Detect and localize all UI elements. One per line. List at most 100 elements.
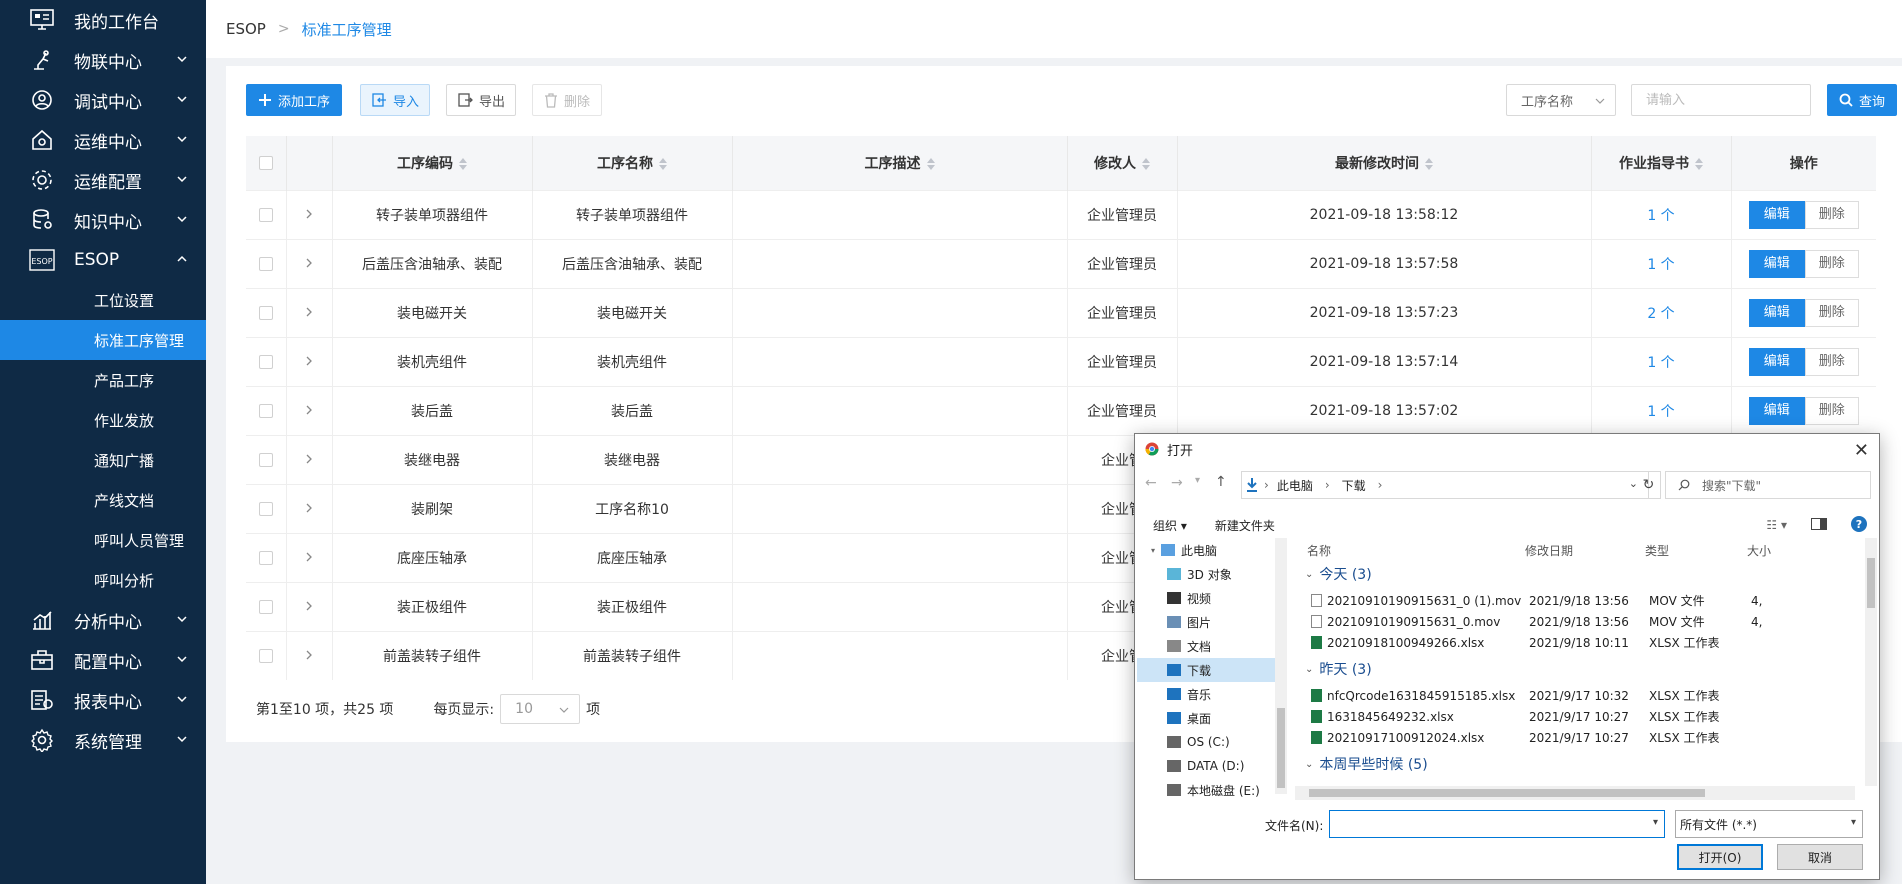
submenu-item[interactable]: 工位设置 xyxy=(0,280,206,320)
group-collapse-icon[interactable]: ⌄ xyxy=(1305,569,1313,580)
chevron-right-icon[interactable] xyxy=(305,503,313,513)
chevron-right-icon[interactable] xyxy=(305,601,313,611)
row-delete-button[interactable]: 删除 xyxy=(1804,200,1859,229)
col-type-header[interactable]: 类型 xyxy=(1645,538,1669,562)
col-header-time[interactable]: 最新修改时间 xyxy=(1177,136,1592,190)
sidebar-item-6[interactable]: ESOP ESOP xyxy=(0,240,206,280)
col-header-docs[interactable]: 作业指导书 xyxy=(1591,136,1732,190)
filter-field-select[interactable]: 工序名称 xyxy=(1506,84,1616,116)
open-button[interactable]: 打开(O) xyxy=(1677,844,1763,870)
submenu-item[interactable]: 通知广播 xyxy=(0,440,206,480)
file-row[interactable]: 20210918100949266.xlsx 2021/9/18 10:11 X… xyxy=(1311,632,1861,653)
file-row[interactable]: 20210910190915631_0.mov 2021/9/18 13:56 … xyxy=(1311,611,1861,632)
add-process-button[interactable]: 添加工序 xyxy=(246,84,342,116)
help-icon[interactable]: ? xyxy=(1851,516,1867,532)
tree-item[interactable]: ▾ 此电脑 xyxy=(1137,538,1277,562)
close-icon[interactable]: ✕ xyxy=(1854,440,1869,461)
sidebar-item-3[interactable]: 运维中心 xyxy=(0,120,206,160)
chevron-right-icon[interactable] xyxy=(305,454,313,464)
file-row[interactable]: nfcQrcode1631845915185.xlsx 2021/9/17 10… xyxy=(1311,685,1861,706)
preview-pane-icon[interactable] xyxy=(1811,518,1827,533)
tree-item[interactable]: 文档 xyxy=(1137,634,1277,658)
edit-button[interactable]: 编辑 xyxy=(1748,396,1805,425)
address-bar[interactable]: › 此电脑 › 下载 › ⌄ xyxy=(1241,471,1649,499)
breadcrumb-root[interactable]: ESOP xyxy=(226,20,266,38)
filename-input[interactable]: ▾ xyxy=(1329,810,1665,838)
file-group-header[interactable]: ⌄ 昨天 (3) xyxy=(1305,659,1372,679)
col-header-code[interactable]: 工序编码 xyxy=(332,136,533,190)
chevron-right-icon[interactable] xyxy=(305,356,313,366)
edit-button[interactable]: 编辑 xyxy=(1748,347,1805,376)
tree-item[interactable]: 3D 对象 xyxy=(1137,562,1277,586)
submenu-item[interactable]: 产品工序 xyxy=(0,360,206,400)
chevron-right-icon[interactable] xyxy=(305,258,313,268)
group-collapse-icon[interactable]: ⌄ xyxy=(1305,759,1313,770)
col-name-header[interactable]: 名称 xyxy=(1307,538,1331,562)
file-list-scrollbar[interactable] xyxy=(1865,538,1877,786)
docs-link[interactable]: 1 个 xyxy=(1647,208,1674,224)
row-checkbox[interactable] xyxy=(258,207,273,222)
chevron-right-icon[interactable] xyxy=(305,307,313,317)
col-header-desc[interactable]: 工序描述 xyxy=(732,136,1068,190)
sidebar-item-after-1[interactable]: 配置中心 xyxy=(0,640,206,680)
col-date-header[interactable]: 修改日期 xyxy=(1525,538,1573,562)
sidebar-item-4[interactable]: 运维配置 xyxy=(0,160,206,200)
tree-scrollbar[interactable] xyxy=(1275,538,1287,794)
tree-item[interactable]: 图片 xyxy=(1137,610,1277,634)
delete-button[interactable]: 删除 xyxy=(532,84,602,116)
chevron-right-icon[interactable] xyxy=(305,650,313,660)
col-header-name[interactable]: 工序名称 xyxy=(532,136,733,190)
row-checkbox[interactable] xyxy=(258,256,273,271)
row-delete-button[interactable]: 删除 xyxy=(1804,347,1859,376)
file-list-scrollbar-thumb[interactable] xyxy=(1867,558,1875,608)
chevron-right-icon[interactable] xyxy=(305,552,313,562)
group-collapse-icon[interactable]: ⌄ xyxy=(1305,664,1313,675)
back-arrow-icon[interactable]: ← xyxy=(1145,475,1157,491)
docs-link[interactable]: 2 个 xyxy=(1647,306,1674,322)
col-size-header[interactable]: 大小 xyxy=(1747,538,1771,562)
row-checkbox[interactable] xyxy=(258,648,273,663)
sidebar-item-0[interactable]: 我的工作台 xyxy=(0,0,206,40)
tree-item[interactable]: DATA (D:) xyxy=(1137,754,1277,778)
refresh-icon[interactable]: ↻ xyxy=(1637,471,1661,499)
file-row[interactable]: 20210910190915631_0 (1).mov 2021/9/18 13… xyxy=(1311,590,1861,611)
edit-button[interactable]: 编辑 xyxy=(1748,200,1805,229)
tree-collapse-icon[interactable]: ▾ xyxy=(1151,546,1155,555)
docs-link[interactable]: 1 个 xyxy=(1647,404,1674,420)
sidebar-item-2[interactable]: 调试中心 xyxy=(0,80,206,120)
row-checkbox[interactable] xyxy=(258,599,273,614)
edit-button[interactable]: 编辑 xyxy=(1748,249,1805,278)
query-button[interactable]: 查询 xyxy=(1827,84,1897,116)
tree-item[interactable]: 下载 xyxy=(1137,658,1277,682)
cancel-button[interactable]: 取消 xyxy=(1777,844,1863,870)
submenu-item[interactable]: 作业发放 xyxy=(0,400,206,440)
chevron-right-icon[interactable] xyxy=(305,405,313,415)
hscrollbar-thumb[interactable] xyxy=(1309,789,1705,797)
forward-arrow-icon[interactable]: → xyxy=(1171,475,1183,491)
per-page-select[interactable]: 10 xyxy=(500,694,581,724)
filetype-select[interactable]: 所有文件 (*.*) ▾ xyxy=(1675,810,1863,838)
submenu-item[interactable]: 呼叫人员管理 xyxy=(0,520,206,560)
search-input[interactable] xyxy=(1631,84,1811,116)
tree-item[interactable]: 本地磁盘 (E:) xyxy=(1137,778,1277,798)
view-options-icon[interactable]: ☷ ▾ xyxy=(1766,518,1787,532)
chevron-right-icon[interactable] xyxy=(305,209,313,219)
sidebar-item-5[interactable]: 知识中心 xyxy=(0,200,206,240)
file-row[interactable]: 20210917100912024.xlsx 2021/9/17 10:27 X… xyxy=(1311,727,1861,748)
path-segment-downloads[interactable]: 下载 xyxy=(1342,477,1366,494)
submenu-item[interactable]: 呼叫分析 xyxy=(0,560,206,600)
tree-item[interactable]: 视频 xyxy=(1137,586,1277,610)
row-checkbox[interactable] xyxy=(258,452,273,467)
row-delete-button[interactable]: 删除 xyxy=(1804,249,1859,278)
docs-link[interactable]: 1 个 xyxy=(1647,355,1674,371)
recent-dropdown-icon[interactable]: ▾ xyxy=(1195,475,1200,486)
tree-item[interactable]: OS (C:) xyxy=(1137,730,1277,754)
row-checkbox[interactable] xyxy=(258,305,273,320)
path-segment-this-pc[interactable]: 此电脑 xyxy=(1277,477,1313,494)
import-button[interactable]: 导入 xyxy=(360,84,430,116)
row-checkbox[interactable] xyxy=(258,354,273,369)
row-delete-button[interactable]: 删除 xyxy=(1804,396,1859,425)
tree-item[interactable]: 音乐 xyxy=(1137,682,1277,706)
file-row[interactable]: 1631845649232.xlsx 2021/9/17 10:27 XLSX … xyxy=(1311,706,1861,727)
sidebar-item-after-0[interactable]: 分析中心 xyxy=(0,600,206,640)
